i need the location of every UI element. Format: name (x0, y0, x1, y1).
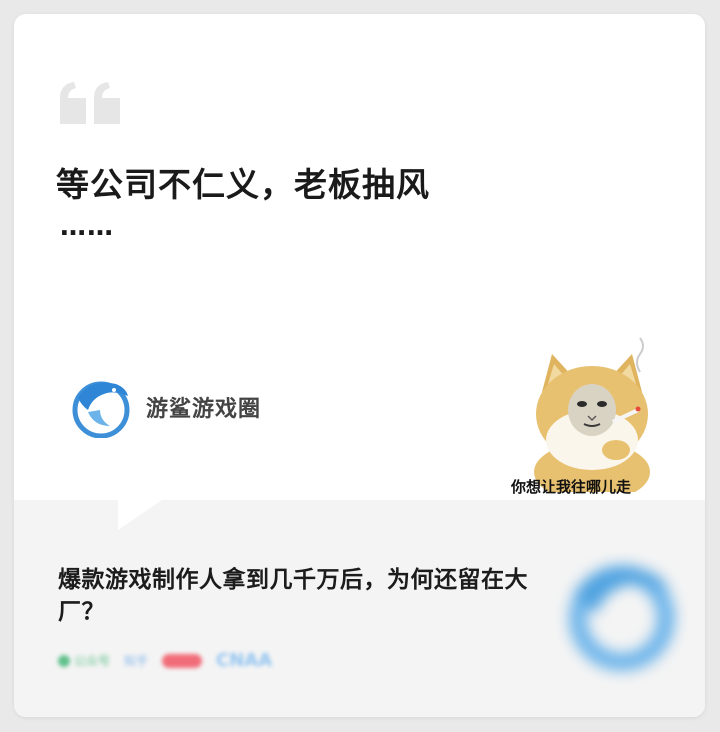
wechat-icon (58, 654, 70, 667)
source-pill-badge (162, 653, 203, 668)
recommendation-sources: 公众号 知乎 CNAA (58, 650, 272, 671)
quote-ellipsis: …… (60, 212, 114, 242)
recommendation-thumbnail[interactable] (554, 554, 684, 674)
shark-logo-icon (72, 381, 130, 438)
recommendation-title[interactable]: 爆款游戏制作人拿到几千万后，为何还留在大厂？ (58, 564, 538, 628)
source-zhihu: 知乎 (124, 654, 149, 668)
brand-block[interactable]: 游鲨游戏圈 (70, 376, 261, 438)
quote-headline: 等公司不仁义，老板抽风 (56, 165, 430, 204)
quote-mark-icon (60, 82, 120, 124)
speech-bubble-tail (118, 500, 162, 530)
doge-meme-image (534, 337, 650, 492)
meme-caption: 你想让我往哪儿走 (511, 478, 632, 496)
share-card: 等公司不仁义，老板抽风 …… 游鲨游戏圈 你想让我往哪儿走 爆款游戏制作人拿到几… (14, 14, 705, 717)
brand-name: 游鲨游戏圈 (146, 397, 262, 422)
source-cnaa: CNAA (216, 650, 273, 671)
source-wechat: 公众号 (58, 652, 110, 669)
